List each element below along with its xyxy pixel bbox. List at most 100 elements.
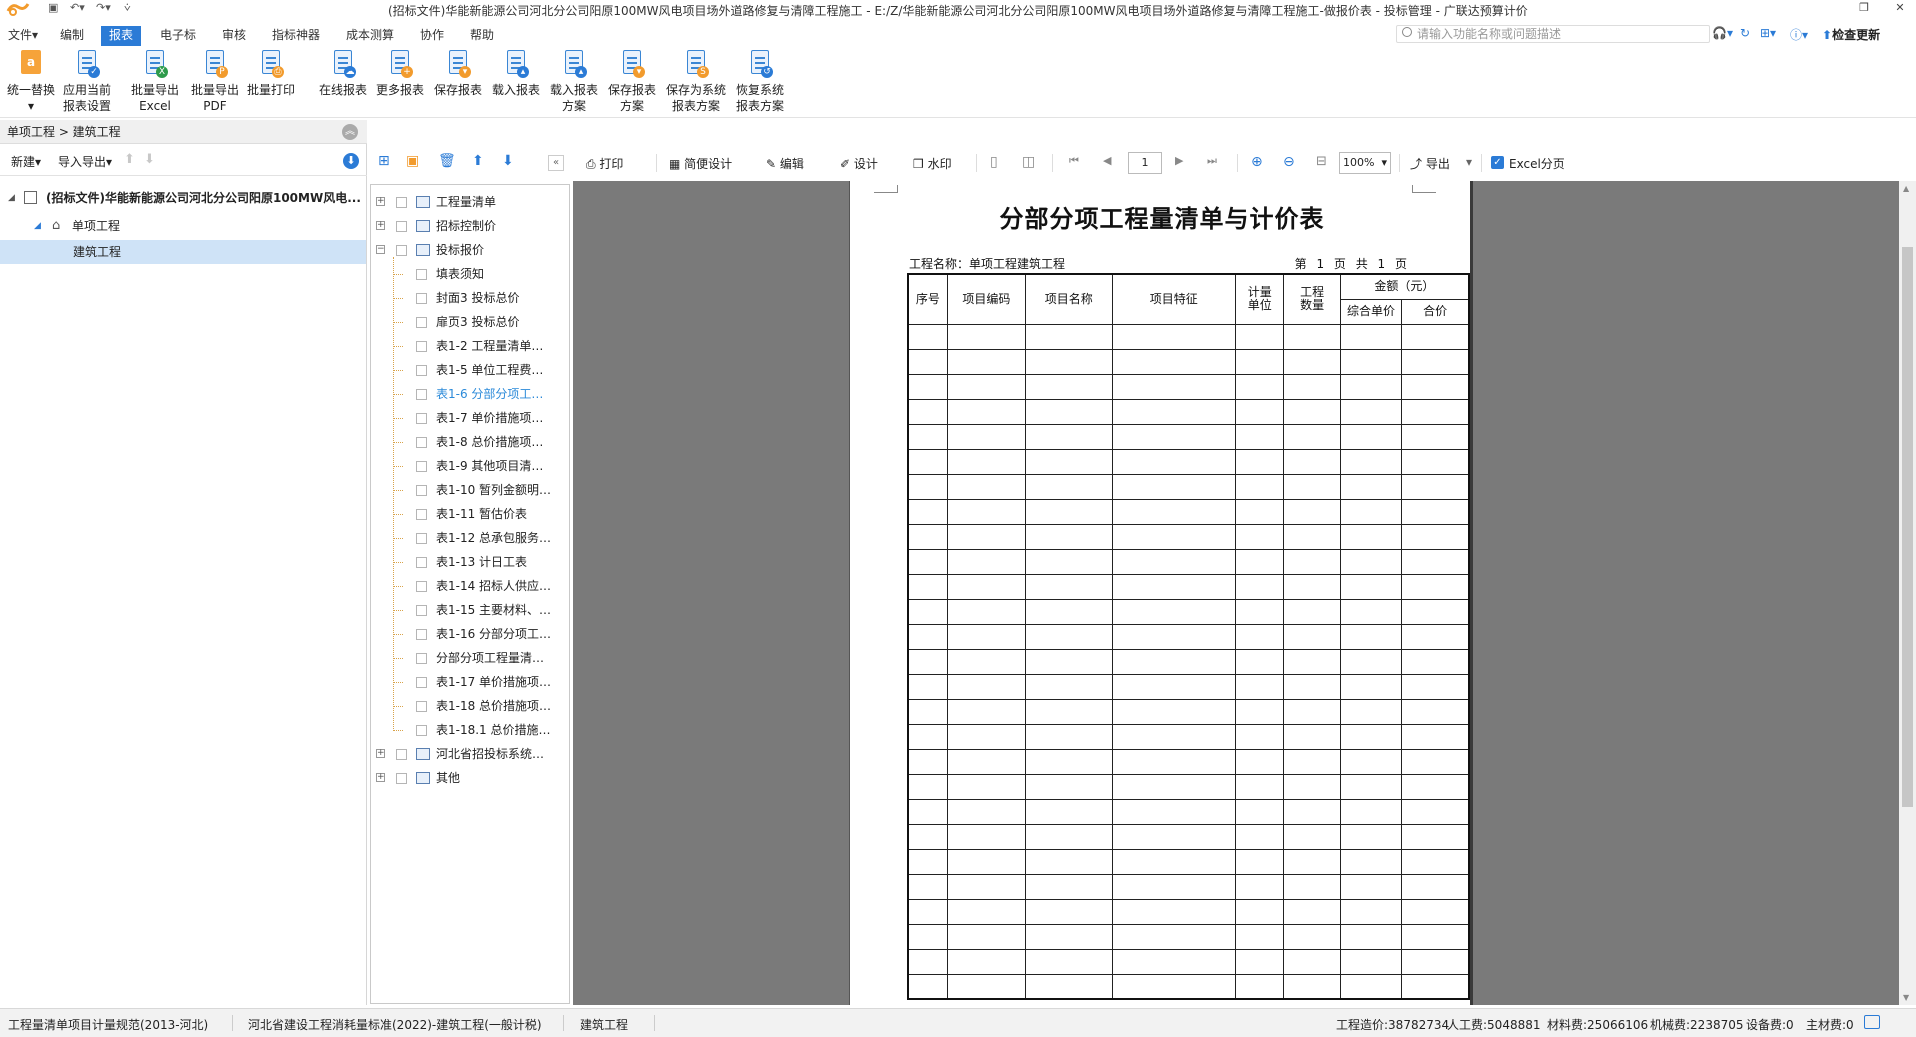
report-checkbox[interactable] [396, 221, 407, 232]
report-folder[interactable]: + 招标控制价 [371, 215, 569, 239]
report-checkbox[interactable] [416, 365, 427, 376]
scrollbar-thumb[interactable] [1902, 247, 1913, 807]
new-dropdown[interactable]: 新建▾ [11, 153, 41, 170]
report-item[interactable]: 扉页3 投标总价 [371, 311, 569, 335]
report-item[interactable]: 表1-9 其他项目清… [371, 455, 569, 479]
report-checkbox[interactable] [396, 773, 407, 784]
batch-print-button[interactable]: ⎙ 批量打印 [244, 50, 298, 98]
design-button[interactable]: ✐ 设计 [840, 155, 878, 172]
unified-replace-button[interactable]: a 统一替换 ▾ [4, 50, 58, 114]
load-report-scheme-button[interactable]: ▴ 载入报表 方案 [547, 50, 601, 114]
report-item[interactable]: 表1-13 计日工表 [371, 551, 569, 575]
report-item[interactable]: 分部分项工程量清… [371, 647, 569, 671]
prev-page-icon[interactable]: ◀ [1103, 154, 1111, 167]
report-item[interactable]: 表1-8 总价措施项… [371, 431, 569, 455]
report-checkbox[interactable] [416, 341, 427, 352]
report-checkbox[interactable] [416, 653, 427, 664]
tree-node-building-works[interactable]: 建筑工程 [0, 240, 366, 264]
report-checkbox[interactable] [416, 437, 427, 448]
last-page-icon[interactable]: ⏭ [1207, 154, 1217, 168]
help-circle-icon[interactable]: ⓘ▾ [1790, 26, 1808, 43]
report-checkbox[interactable] [416, 485, 427, 496]
add-folder-icon[interactable]: ▣ [406, 153, 419, 169]
report-checkbox[interactable] [396, 245, 407, 256]
report-item[interactable]: 封面3 投标总价 [371, 287, 569, 311]
report-checkbox[interactable] [416, 509, 427, 520]
print-button[interactable]: ⎙ 打印 [586, 155, 623, 172]
menu-review[interactable]: 审核 [214, 26, 254, 46]
expand-arrow-icon[interactable]: ◢ [34, 214, 41, 238]
single-page-view-icon[interactable]: ▯ [990, 154, 998, 170]
expand-icon[interactable]: + [376, 221, 385, 230]
menu-edit[interactable]: 编制 [52, 26, 92, 46]
expand-icon[interactable]: + [376, 773, 385, 782]
import-export-dropdown[interactable]: 导入导出▾ [58, 153, 112, 170]
restore-system-scheme-button[interactable]: ↺ 恢复系统 报表方案 [733, 50, 787, 114]
report-checkbox[interactable] [416, 629, 427, 640]
report-item[interactable]: 表1-10 暂列金额明… [371, 479, 569, 503]
menu-report[interactable]: 报表 [101, 26, 142, 46]
report-folder[interactable]: + 河北省招投标系统… [371, 743, 569, 767]
fit-page-icon[interactable]: ⊟ [1316, 154, 1327, 169]
report-item[interactable]: 表1-18 总价措施项… [371, 695, 569, 719]
expand-arrow-icon[interactable]: ◢ [8, 186, 15, 210]
double-page-view-icon[interactable]: ◫ [1022, 154, 1035, 170]
report-item[interactable]: 表1-15 主要材料、… [371, 599, 569, 623]
report-folder[interactable]: + 其他 [371, 767, 569, 791]
report-folder[interactable]: − 投标报价 [371, 239, 569, 263]
report-item[interactable]: 表1-17 单价措施项… [371, 671, 569, 695]
refresh-icon[interactable]: ↻ [1740, 26, 1750, 40]
report-preview[interactable]: 分部分项工程量清单与计价表 工程名称：单项工程建筑工程 第 1 页 共 1 页 … [573, 181, 1916, 1005]
layout-view-icon[interactable] [1864, 1015, 1880, 1029]
check-update-button[interactable]: ⬆检查更新 [1822, 26, 1880, 43]
menu-collaborate[interactable]: 协作 [412, 26, 452, 46]
report-item[interactable]: 表1-6 分部分项工… [371, 383, 569, 407]
report-folder[interactable]: + 工程量清单 [371, 191, 569, 215]
next-page-icon[interactable]: ▶ [1175, 154, 1183, 167]
apps-grid-icon[interactable]: ⊞▾ [1760, 26, 1776, 40]
zoom-select[interactable]: 100% ▾ [1339, 152, 1391, 174]
report-item[interactable]: 表1-18.1 总价措施… [371, 719, 569, 743]
report-checkbox[interactable] [416, 293, 427, 304]
report-checkbox[interactable] [416, 605, 427, 616]
download-icon[interactable]: ⬇ [343, 153, 359, 169]
report-checkbox[interactable] [416, 413, 427, 424]
save-icon[interactable]: ▣ [48, 1, 58, 14]
report-item[interactable]: 表1-7 单价措施项… [371, 407, 569, 431]
scroll-up-icon[interactable]: ▲ [1903, 184, 1909, 193]
first-page-icon[interactable]: ⏮ [1069, 154, 1079, 168]
report-checkbox[interactable] [416, 269, 427, 280]
report-checkbox[interactable] [416, 701, 427, 712]
move-up-icon[interactable]: ⬆ [124, 152, 135, 167]
report-checkbox[interactable] [416, 677, 427, 688]
report-item[interactable]: 填表须知 [371, 263, 569, 287]
export-button[interactable]: ⤴ 导出 [1410, 155, 1450, 172]
collapse-icon[interactable]: − [376, 245, 385, 254]
move-up-icon[interactable]: ⬆ [472, 153, 484, 169]
menu-cost-estimate[interactable]: 成本测算 [338, 26, 402, 46]
page-number-input[interactable]: 1 [1128, 152, 1162, 174]
online-report-button[interactable]: ☁ 在线报表 [316, 50, 370, 98]
apply-report-settings-button[interactable]: ✓ 应用当前 报表设置 [60, 50, 114, 114]
report-checkbox[interactable] [416, 389, 427, 400]
redo-icon[interactable]: ↷▾ [96, 1, 111, 14]
report-item[interactable]: 表1-11 暂估价表 [371, 503, 569, 527]
zoom-out-icon[interactable]: ⊖ [1283, 154, 1295, 170]
expand-icon[interactable]: + [376, 749, 385, 758]
report-item[interactable]: 表1-12 总承包服务… [371, 527, 569, 551]
export-dropdown-icon[interactable]: ▾ [1466, 155, 1472, 169]
vertical-scrollbar[interactable]: ▲ ▼ [1899, 181, 1916, 1005]
excel-paging-checkbox[interactable]: ✓ [1491, 156, 1504, 169]
save-report-scheme-button[interactable]: ▾ 保存报表 方案 [605, 50, 659, 114]
more-reports-button[interactable]: + 更多报表 [373, 50, 427, 98]
save-report-button[interactable]: ▾ 保存报表 [431, 50, 485, 98]
report-checkbox[interactable] [396, 197, 407, 208]
report-item[interactable]: 表1-2 工程量清单… [371, 335, 569, 359]
report-item[interactable]: 表1-14 招标人供应… [371, 575, 569, 599]
batch-export-pdf-button[interactable]: P 批量导出 PDF [188, 50, 242, 114]
headset-icon[interactable]: 🎧▾ [1712, 26, 1733, 40]
report-item[interactable]: 表1-16 分部分项工… [371, 623, 569, 647]
collapse-panel-icon[interactable]: ︽ [342, 124, 358, 140]
load-report-button[interactable]: ▴ 载入报表 [489, 50, 543, 98]
undo-icon[interactable]: ↶▾ [70, 1, 85, 14]
